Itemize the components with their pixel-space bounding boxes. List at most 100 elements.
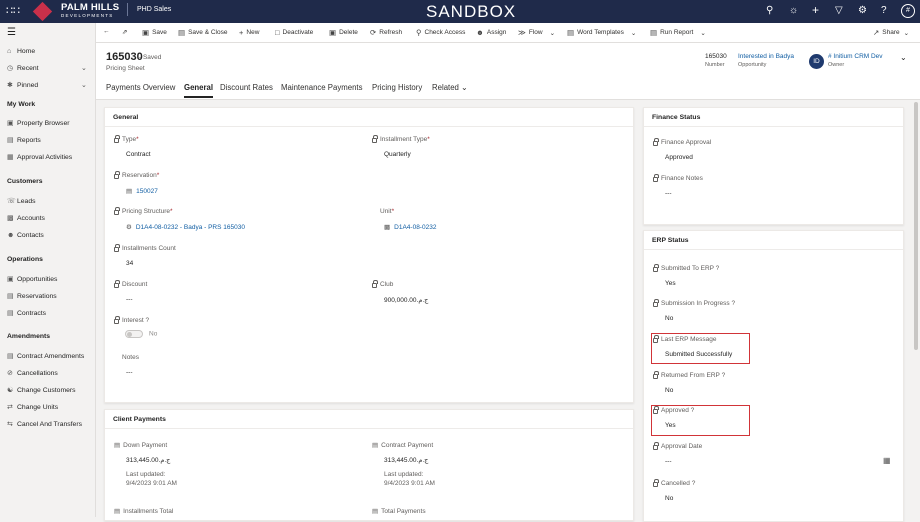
sidebar-item-contract-amendments[interactable]: ▤ Contract Amendments — [7, 350, 84, 362]
field-approved[interactable]: Approved ? Yes — [653, 406, 694, 429]
field-submission-in-progress[interactable]: Submission In Progress ? No — [653, 299, 735, 322]
sidebar-item-approval-activities[interactable]: ▦ Approval Activities — [7, 151, 72, 163]
field-installments-count[interactable]: Installments Count 34 — [114, 244, 176, 267]
sidebar-item-recent[interactable]: ◷ Recent — [7, 62, 39, 74]
lock-icon — [653, 264, 659, 272]
tab-discount-rates[interactable]: Discount Rates — [220, 83, 273, 92]
save-close-button[interactable]: ▤ Save & Close — [178, 28, 227, 37]
sidebar-item-cancellations[interactable]: ⊘ Cancellations — [7, 367, 58, 379]
structure-icon: ⚙ — [126, 224, 132, 231]
opportunity-link[interactable]: Interested in Badya — [738, 53, 794, 60]
chevron-down-icon[interactable]: ⌄ — [81, 81, 87, 89]
field-down-payment[interactable]: ▤ Down Payment ج.م.313,445.00 Last update… — [114, 441, 177, 488]
app-launcher-icon[interactable]: ∷∷ — [6, 5, 20, 17]
trash-icon: ▣ — [329, 28, 337, 37]
check-access-button[interactable]: ⚲ Check Access — [416, 28, 465, 37]
sidebar-item-pinned[interactable]: ✱ Pinned — [7, 79, 38, 91]
sidebar-item-property-browser[interactable]: ▣ Property Browser — [7, 117, 70, 129]
run-report-button[interactable]: ▤ Run Report ⌄ — [650, 28, 706, 37]
deactivate-button[interactable]: □ Deactivate — [275, 28, 313, 37]
field-finance-notes[interactable]: Finance Notes --- — [653, 174, 703, 197]
field-submitted-to-erp[interactable]: Submitted To ERP ? Yes — [653, 264, 719, 287]
sidebar-item-leads[interactable]: ☏ Leads — [7, 195, 36, 207]
settings-icon[interactable]: ⚙ — [858, 4, 867, 18]
sidebar-item-reservations[interactable]: ▤ Reservations — [7, 290, 57, 302]
expand-header-icon[interactable]: ⌄ — [900, 53, 907, 62]
field-total-payments[interactable]: ▤ Total Payments — [372, 507, 426, 516]
page-scrollbar[interactable] — [913, 100, 919, 517]
owner-link[interactable]: # Initium CRM Dev — [828, 53, 883, 60]
field-unit[interactable]: Unit * ▩ D1A4-08-0232 — [380, 208, 436, 231]
field-cancelled[interactable]: Cancelled ? No — [653, 479, 695, 502]
back-icon[interactable]: ← — [103, 28, 110, 35]
sidebar-item-change-units[interactable]: ⇄ Change Units — [7, 401, 58, 413]
share-button[interactable]: ↗ Share ⌄ — [873, 28, 909, 37]
scrollbar-thumb[interactable] — [914, 102, 918, 350]
record-entity: Pricing Sheet — [106, 65, 145, 72]
flow-button[interactable]: ≫ Flow ⌄ — [518, 28, 555, 37]
general-section: General Type * Contract Installment Type *… — [104, 107, 634, 403]
report-icon: ▤ — [650, 28, 658, 37]
interest-toggle[interactable] — [125, 330, 143, 338]
assign-button[interactable]: ☻ Assign — [476, 28, 506, 37]
word-templates-button[interactable]: ▤ Word Templates ⌄ — [567, 28, 636, 37]
popout-icon[interactable]: ⇗ — [122, 28, 127, 36]
reservation-link[interactable]: 150027 — [136, 188, 158, 195]
app-name[interactable]: PHD Sales — [127, 3, 171, 16]
new-button[interactable]: + New — [239, 28, 259, 37]
chevron-down-icon[interactable]: ⌄ — [81, 64, 87, 72]
tab-payments-overview[interactable]: Payments Overview — [106, 83, 175, 92]
tab-maintenance-payments[interactable]: Maintenance Payments — [281, 83, 362, 92]
refresh-icon: ⟳ — [370, 28, 377, 37]
cancel-icon: ⊘ — [7, 370, 13, 377]
chevron-down-icon: ⌄ — [461, 83, 468, 92]
field-discount[interactable]: Discount --- — [114, 280, 147, 303]
user-avatar[interactable]: # — [901, 4, 915, 18]
hamburger-menu-icon[interactable]: ☰ — [7, 27, 16, 38]
field-last-erp-message[interactable]: Last ERP Message Submitted Successfully — [653, 335, 732, 358]
field-returned-from-erp[interactable]: Returned From ERP ? No — [653, 371, 725, 394]
sidebar-item-contracts[interactable]: ▤ Contracts — [7, 307, 46, 319]
sidebar-item-cancel-and-transfers[interactable]: ⇆ Cancel And Transfers — [7, 418, 82, 430]
lightbulb-icon[interactable]: ☼ — [789, 4, 798, 18]
calendar-icon[interactable]: ▦ — [883, 456, 891, 465]
sidebar-item-home[interactable]: ⌂ Home — [7, 45, 35, 57]
unit-link[interactable]: D1A4-08-0232 — [394, 224, 436, 231]
sidebar-item-accounts[interactable]: ▩ Accounts — [7, 212, 45, 224]
sidebar-item-change-customers[interactable]: ☯ Change Customers — [7, 384, 76, 396]
sidebar-item-opportunities[interactable]: ▣ Opportunities — [7, 273, 57, 285]
lock-icon — [114, 280, 120, 288]
tab-pricing-history[interactable]: Pricing History — [372, 83, 422, 92]
sidebar-item-contacts[interactable]: ☻ Contacts — [7, 229, 44, 241]
save-button[interactable]: ▣ Save — [142, 28, 167, 37]
field-approval-date[interactable]: Approval Date --- — [653, 442, 702, 465]
field-finance-approval[interactable]: Finance Approval Approved — [653, 138, 711, 161]
lock-icon — [653, 406, 659, 414]
search-icon[interactable]: ⚲ — [766, 4, 773, 18]
field-reservation[interactable]: Reservation * ▤ 150027 — [114, 171, 159, 195]
field-notes[interactable]: Notes --- — [122, 354, 139, 376]
filter-icon[interactable]: ▽ — [835, 4, 843, 18]
sidebar-section-operations: Operations — [7, 256, 43, 263]
pricing-structure-link[interactable]: D1A4-08-0232 - Badya - PRS 165030 — [136, 224, 245, 231]
field-installment-type[interactable]: Installment Type * Quarterly — [372, 135, 430, 158]
add-icon[interactable]: + — [812, 3, 819, 17]
tab-related[interactable]: Related ⌄ — [432, 83, 468, 92]
header-field-owner: # Initium CRM Dev Owner — [828, 53, 883, 68]
refresh-button[interactable]: ⟳ Refresh — [370, 28, 402, 37]
field-interest[interactable]: Interest ? No — [114, 316, 157, 338]
sidebar-item-reports[interactable]: ▤ Reports — [7, 134, 41, 146]
client-payments-section: Client Payments ▤ Down Payment ج.م.313,44… — [104, 409, 634, 521]
field-club[interactable]: Club ج.م.900,000.00 — [372, 280, 428, 304]
plus-icon: + — [239, 28, 244, 37]
flow-icon: ≫ — [518, 28, 526, 37]
sidebar: ☰ ⌂ Home ◷ Recent ⌄ ✱ Pinned ⌄ My Work ▣ Pro… — [0, 23, 96, 517]
field-contract-payment[interactable]: ▤ Contract Payment ج.م.313,445.00 Last up… — [372, 441, 435, 488]
help-icon[interactable]: ? — [881, 4, 887, 18]
field-pricing-structure[interactable]: Pricing Structure * ⚙ D1A4-08-0232 - Badya… — [114, 207, 245, 231]
delete-button[interactable]: ▣ Delete — [329, 28, 358, 37]
tab-general[interactable]: General — [184, 83, 214, 98]
field-type[interactable]: Type * Contract — [114, 135, 151, 158]
field-installments-total[interactable]: ▤ Installments Total — [114, 507, 173, 516]
lock-icon — [653, 138, 659, 146]
